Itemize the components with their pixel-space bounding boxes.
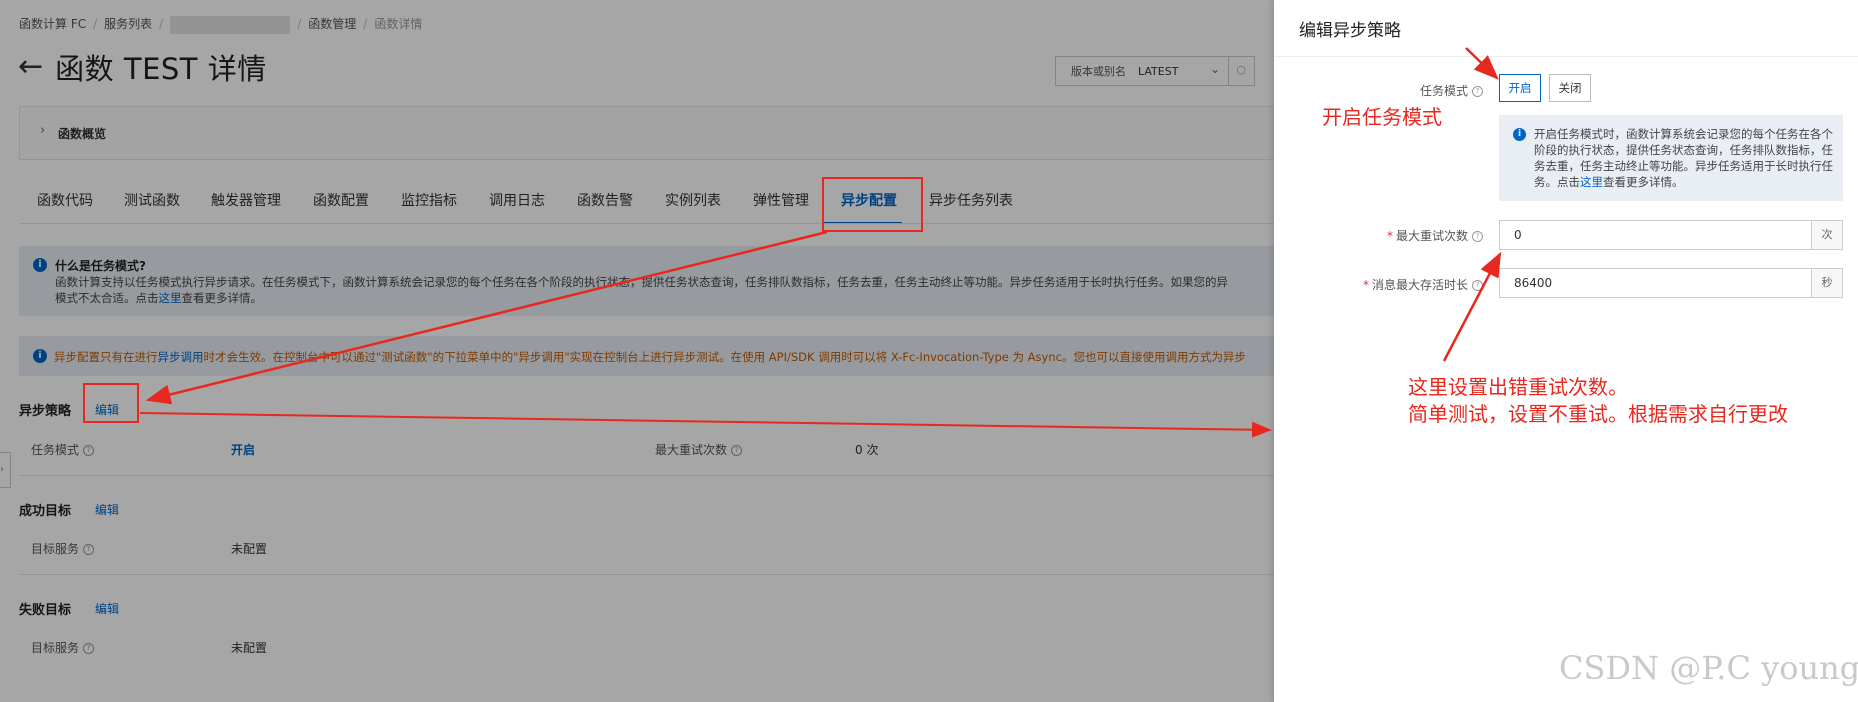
message-ttl-unit: 秒	[1811, 269, 1842, 297]
drawer-title: 编辑异步策略	[1299, 21, 1401, 41]
watermark: CSDN @P.C young	[1559, 649, 1858, 687]
message-ttl-input-value: 86400	[1514, 276, 1553, 290]
annotation-retry-line1: 这里设置出错重试次数。	[1408, 375, 1628, 399]
task-mode-note-link[interactable]: 这里	[1580, 175, 1603, 189]
max-retry-input-value: 0	[1514, 228, 1522, 242]
drawer-divider	[1274, 56, 1858, 57]
max-retry-input[interactable]: 0 次	[1499, 220, 1843, 250]
task-mode-form-label: 任务模式?	[1420, 82, 1483, 99]
ttl-form-label: * 消息最大存活时长?	[1363, 276, 1483, 293]
retry-form-label: * 最大重试次数?	[1387, 227, 1483, 244]
annotation-enable-task-mode: 开启任务模式	[1322, 105, 1442, 129]
task-mode-note: i 开启任务模式时，函数计算系统会记录您的每个任务在各个阶段的执行状态，提供任务…	[1499, 115, 1843, 201]
message-ttl-input[interactable]: 86400 秒	[1499, 268, 1843, 298]
highlight-edit-link	[83, 383, 139, 423]
screenshot-root: 函数计算 FC / 服务列表 / / 函数管理 / 函数详情 ← 函数 TEST 详情 版本或…	[0, 0, 1858, 702]
task-mode-off-button[interactable]: 关闭	[1549, 74, 1591, 102]
task-mode-on-button[interactable]: 开启	[1499, 74, 1541, 102]
help-icon: ?	[1472, 86, 1483, 97]
highlight-async-tab	[822, 177, 923, 232]
overlay-mask[interactable]	[0, 0, 1274, 702]
help-icon: ?	[1472, 231, 1483, 242]
info-icon: i	[1513, 128, 1526, 141]
help-icon: ?	[1472, 280, 1483, 291]
annotation-retry-line2: 简单测试，设置不重试。根据需求自行更改	[1408, 402, 1788, 426]
max-retry-unit: 次	[1811, 221, 1842, 249]
task-mode-note-text: 开启任务模式时，函数计算系统会记录您的每个任务在各个阶段的执行状态，提供任务状态…	[1534, 127, 1833, 189]
